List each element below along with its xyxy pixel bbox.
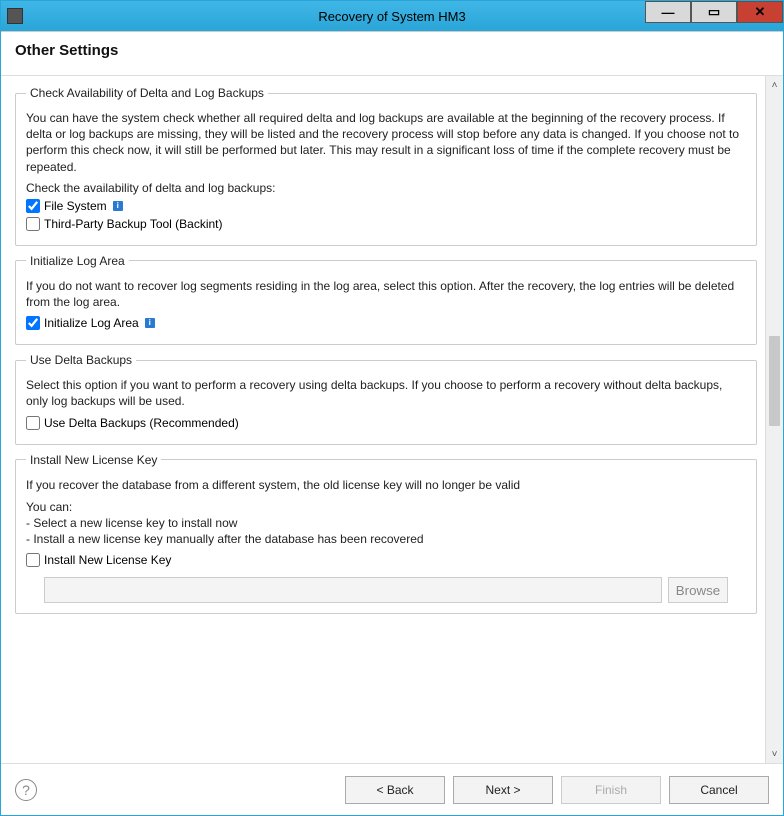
- checkbox-use-delta-row[interactable]: Use Delta Backups (Recommended): [26, 416, 746, 430]
- group-subdesc: Check the availability of delta and log …: [26, 181, 746, 195]
- group-desc: You can have the system check whether al…: [26, 110, 746, 175]
- cancel-button[interactable]: Cancel: [669, 776, 769, 804]
- group-initialize-log: Initialize Log Area If you do not want t…: [15, 254, 757, 345]
- checkbox-backint-label: Third-Party Backup Tool (Backint): [44, 217, 223, 231]
- minimize-button[interactable]: —: [645, 1, 691, 23]
- scroll-body: Check Availability of Delta and Log Back…: [1, 76, 765, 763]
- checkbox-file-system-row[interactable]: File System i: [26, 199, 746, 213]
- vertical-scrollbar[interactable]: ˄ ˅: [765, 76, 783, 763]
- dialog-window: Recovery of System HM3 — ▭ ✕ Other Setti…: [0, 0, 784, 816]
- info-icon[interactable]: i: [113, 201, 123, 211]
- back-button[interactable]: < Back: [345, 776, 445, 804]
- group-use-delta: Use Delta Backups Select this option if …: [15, 353, 757, 444]
- window-buttons: — ▭ ✕: [645, 1, 783, 31]
- next-button[interactable]: Next >: [453, 776, 553, 804]
- checkbox-license-row[interactable]: Install New License Key: [26, 553, 746, 567]
- license-line3: - Select a new license key to install no…: [26, 515, 746, 531]
- license-line2: You can:: [26, 499, 746, 515]
- group-license: Install New License Key If you recover t…: [15, 453, 757, 615]
- checkbox-init-log-row[interactable]: Initialize Log Area i: [26, 316, 746, 330]
- checkbox-file-system-label: File System: [44, 199, 107, 213]
- license-path-input: [44, 577, 662, 603]
- app-icon: [7, 8, 23, 24]
- checkbox-backint-row[interactable]: Third-Party Backup Tool (Backint): [26, 217, 746, 231]
- checkbox-backint[interactable]: [26, 217, 40, 231]
- scroll-region: Check Availability of Delta and Log Back…: [1, 76, 783, 763]
- checkbox-use-delta[interactable]: [26, 416, 40, 430]
- group-legend: Use Delta Backups: [26, 353, 136, 367]
- license-line4: - Install a new license key manually aft…: [26, 531, 746, 547]
- license-line1: If you recover the database from a diffe…: [26, 477, 746, 493]
- info-icon[interactable]: i: [145, 318, 155, 328]
- group-legend: Install New License Key: [26, 453, 161, 467]
- browse-button: Browse: [668, 577, 728, 603]
- titlebar[interactable]: Recovery of System HM3 — ▭ ✕: [1, 1, 783, 31]
- scroll-down-icon[interactable]: ˅: [766, 745, 783, 763]
- checkbox-license-label: Install New License Key: [44, 553, 171, 567]
- maximize-button[interactable]: ▭: [691, 1, 737, 23]
- license-path-row: Browse: [26, 577, 746, 603]
- checkbox-init-log[interactable]: [26, 316, 40, 330]
- checkbox-use-delta-label: Use Delta Backups (Recommended): [44, 416, 239, 430]
- checkbox-file-system[interactable]: [26, 199, 40, 213]
- page-heading: Other Settings: [1, 32, 783, 76]
- finish-button: Finish: [561, 776, 661, 804]
- scroll-thumb[interactable]: [769, 336, 780, 426]
- help-icon[interactable]: ?: [15, 779, 37, 801]
- group-legend: Initialize Log Area: [26, 254, 129, 268]
- content: Other Settings Check Availability of Del…: [1, 31, 783, 815]
- wizard-footer: ? < Back Next > Finish Cancel: [1, 763, 783, 815]
- checkbox-license[interactable]: [26, 553, 40, 567]
- close-button[interactable]: ✕: [737, 1, 783, 23]
- group-legend: Check Availability of Delta and Log Back…: [26, 86, 268, 100]
- group-desc: If you do not want to recover log segmen…: [26, 278, 746, 310]
- group-check-availability: Check Availability of Delta and Log Back…: [15, 86, 757, 246]
- group-desc: Select this option if you want to perfor…: [26, 377, 746, 409]
- scroll-up-icon[interactable]: ˄: [766, 76, 783, 94]
- checkbox-init-log-label: Initialize Log Area: [44, 316, 139, 330]
